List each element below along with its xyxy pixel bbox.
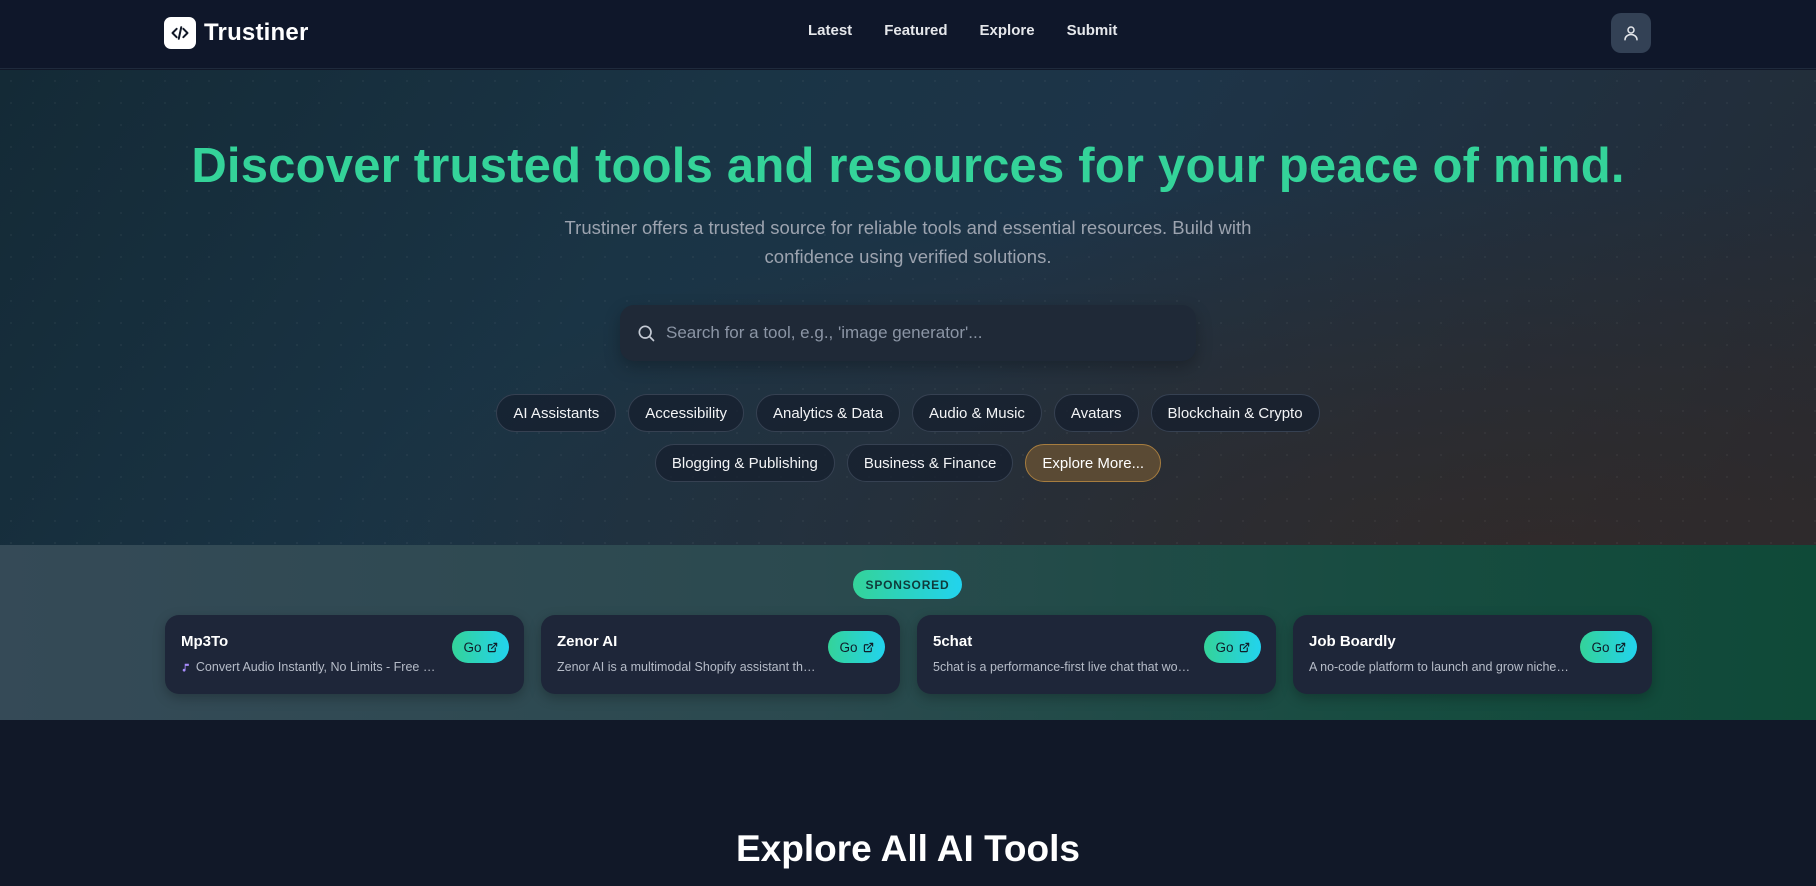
code-icon bbox=[164, 17, 196, 49]
explore-more-button[interactable]: Explore More... bbox=[1025, 444, 1162, 482]
category-chip[interactable]: Blogging & Publishing bbox=[654, 444, 835, 482]
card-title: Job Boardly bbox=[1309, 633, 1396, 650]
go-button[interactable]: Go bbox=[452, 631, 509, 663]
search-icon bbox=[638, 325, 655, 342]
search-input[interactable] bbox=[666, 323, 1186, 343]
category-chips-row-2: Blogging & Publishing Business & Finance… bbox=[0, 444, 1816, 482]
category-chip[interactable]: Accessibility bbox=[628, 394, 744, 432]
logo-text: Trustiner bbox=[204, 19, 309, 46]
nav-submit[interactable]: Submit bbox=[1067, 22, 1118, 44]
card-title: 5chat bbox=[933, 633, 973, 650]
category-chip[interactable]: Audio & Music bbox=[912, 394, 1042, 432]
sponsored-card[interactable]: Mp3To Convert Audio Instantly, No Limits… bbox=[165, 615, 524, 694]
card-title: Zenor AI bbox=[557, 633, 618, 650]
user-icon bbox=[1624, 26, 1638, 41]
nav-featured[interactable]: Featured bbox=[884, 22, 947, 44]
search-bar bbox=[620, 305, 1196, 361]
sponsored-section: SPONSORED Mp3To Convert Audio Instantly,… bbox=[0, 545, 1816, 720]
category-chip[interactable]: Analytics & Data bbox=[755, 394, 901, 432]
nav-latest[interactable]: Latest bbox=[808, 22, 852, 44]
site-header: Trustiner Latest Featured Explore Submit bbox=[0, 0, 1816, 69]
category-chips-row-1: AI Assistants Accessibility Analytics & … bbox=[0, 394, 1816, 432]
sponsored-cards: Mp3To Convert Audio Instantly, No Limits… bbox=[165, 615, 1652, 694]
category-chip[interactable]: AI Assistants bbox=[496, 394, 617, 432]
hero-subtitle: Trustiner offers a trusted source for re… bbox=[564, 217, 1252, 267]
external-link-icon bbox=[1615, 642, 1625, 652]
external-link-icon bbox=[863, 642, 873, 652]
card-description: Convert Audio Instantly, No Limits - Fre… bbox=[181, 660, 441, 674]
sponsored-card[interactable]: Zenor AI Zenor AI is a multimodal Shopif… bbox=[541, 615, 900, 694]
music-note-icon bbox=[182, 663, 189, 672]
nav-explore[interactable]: Explore bbox=[980, 22, 1035, 44]
go-button[interactable]: Go bbox=[1580, 631, 1637, 663]
go-button[interactable]: Go bbox=[828, 631, 885, 663]
sponsored-card[interactable]: 5chat 5chat is a performance-first live … bbox=[917, 615, 1276, 694]
category-chip[interactable]: Business & Finance bbox=[846, 444, 1014, 482]
sponsored-card[interactable]: Job Boardly A no-code platform to launch… bbox=[1293, 615, 1652, 694]
user-menu-button[interactable] bbox=[1611, 13, 1651, 53]
card-description: 5chat is a performance-first live chat t… bbox=[933, 660, 1193, 674]
category-chip[interactable]: Blockchain & Crypto bbox=[1150, 394, 1320, 432]
explore-section-title: Explore All AI Tools bbox=[735, 828, 1080, 869]
card-title: Mp3To bbox=[181, 633, 229, 650]
hero-section: Discover trusted tools and resources for… bbox=[0, 70, 1816, 545]
go-button[interactable]: Go bbox=[1204, 631, 1261, 663]
card-description: Zenor AI is a multimodal Shopify assista… bbox=[557, 660, 817, 674]
external-link-icon bbox=[487, 642, 497, 652]
main-nav: Latest Featured Explore Submit bbox=[808, 22, 1117, 44]
category-chip[interactable]: Avatars bbox=[1053, 394, 1139, 432]
logo[interactable]: Trustiner bbox=[164, 17, 309, 49]
card-description: A no-code platform to launch and grow ni… bbox=[1309, 660, 1569, 674]
hero-title: Discover trusted tools and resources for… bbox=[191, 139, 1625, 193]
sponsored-badge: SPONSORED bbox=[853, 570, 962, 599]
external-link-icon bbox=[1239, 642, 1249, 652]
